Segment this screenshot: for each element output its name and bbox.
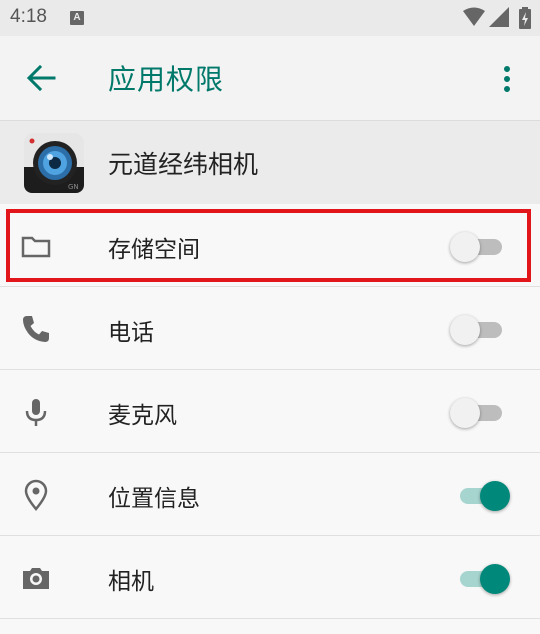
permission-toggle[interactable] — [448, 562, 514, 596]
status-time: 4:18 — [10, 6, 47, 27]
microphone-icon — [25, 399, 47, 426]
arrow-back-icon[interactable] — [26, 64, 56, 92]
permission-label: 相机 — [108, 569, 154, 595]
permission-label: 电话 — [108, 320, 154, 346]
a-letter-icon: A — [70, 11, 84, 25]
svg-text:GN: GN — [68, 183, 79, 191]
toggle-thumb — [450, 315, 480, 345]
permission-label: 麦克风 — [108, 403, 177, 429]
app-header: GN 元道经纬相机 — [0, 120, 540, 204]
battery-charging-icon — [519, 7, 531, 29]
location-pin-icon — [24, 479, 48, 511]
permission-toggle[interactable] — [448, 479, 514, 513]
permission-toggle[interactable] — [448, 396, 514, 430]
toggle-thumb — [450, 398, 480, 428]
permission-label: 位置信息 — [108, 486, 200, 512]
app-name: 元道经纬相机 — [108, 150, 259, 179]
wifi-icon — [463, 7, 485, 26]
permission-toggle[interactable] — [448, 313, 514, 347]
phone-icon — [23, 316, 49, 342]
permission-row-microphone[interactable]: 麦克风 — [0, 370, 540, 453]
permission-row-phone[interactable]: 电话 — [0, 287, 540, 370]
toggle-thumb — [480, 481, 510, 511]
status-bar: 4:18 A — [0, 0, 540, 36]
permission-row-camera[interactable]: 相机 — [0, 536, 540, 619]
highlight-box — [6, 209, 531, 282]
page-title: 应用权限 — [108, 63, 225, 96]
app-bar: 应用权限 — [0, 36, 540, 120]
permission-row-location[interactable]: 位置信息 — [0, 453, 540, 536]
camera-icon — [23, 568, 49, 589]
toggle-thumb — [480, 564, 510, 594]
camera-app-icon: GN — [24, 133, 84, 193]
signal-icon — [489, 7, 509, 27]
more-vert-icon[interactable] — [497, 64, 517, 94]
